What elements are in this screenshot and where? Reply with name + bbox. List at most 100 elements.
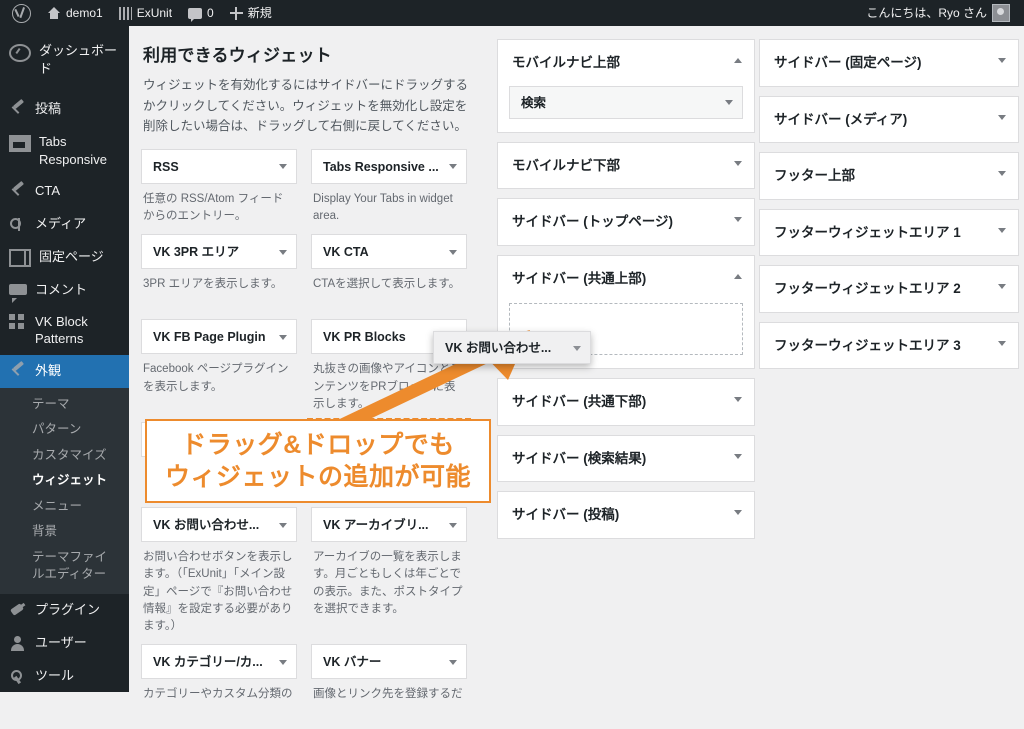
dashboard-icon [9,44,31,62]
sidebar-item-label: CTA [35,183,61,199]
widget-area-sidebar-fixed-page[interactable]: サイドバー (固定ページ) [759,39,1019,87]
sidebar-item-label: VK Block Patterns [35,313,88,347]
chevron-down-icon [279,249,287,255]
sidebar-item-appearance[interactable]: 外観 [0,354,129,388]
widget-area-title: サイドバー (メディア) [774,111,908,127]
widget-area-mobile-nav-top[interactable]: モバイルナビ上部 検索 [497,39,755,133]
sidebar-item-users[interactable]: ユーザー [0,627,129,660]
admin-bar-left: demo1 ExUnit 0 新規 [0,0,280,26]
sidebar-item-label: メディア [35,216,87,232]
widget-area-sidebar-search-results[interactable]: サイドバー (検索結果) [497,434,755,483]
widget-area-footer-2[interactable]: フッターウィジェットエリア 2 [759,265,1019,313]
plus-icon [229,6,243,20]
comments-button[interactable]: 0 [180,0,222,26]
submenu-item-themes[interactable]: テーマ [0,392,129,418]
widget-area-footer-1[interactable]: フッターウィジェットエリア 1 [759,208,1019,257]
widget-description: 任意の RSS/Atom フィードからのエントリー。 [143,192,284,223]
widget-description: Display Your Tabs in widget area. [313,192,453,223]
chevron-down-icon[interactable] [998,284,1006,290]
chevron-down-icon[interactable] [998,58,1006,63]
chevron-down-icon[interactable] [734,510,742,516]
wordpress-logo-icon [12,3,31,23]
chevron-down-icon[interactable] [734,217,742,223]
pin-icon [9,363,27,381]
chevron-down-icon[interactable] [734,160,742,166]
dragged-widget-vk-contact[interactable]: VK お問い合わせ... [433,331,591,364]
sidebar-item-dashboard[interactable]: ダッシュボード [0,35,129,84]
grid-icon [9,313,27,329]
comment-icon [9,284,27,304]
submenu-item-theme-file-editor[interactable]: テーマファイルエディター [0,545,129,588]
widget-title: VK アーカイブリ... [323,518,429,533]
widget-vk-contact[interactable]: VK お問い合わせ... [141,507,297,543]
widget-area-sidebar-common-bottom[interactable]: サイドバー (共通下部) [497,378,755,426]
exunit-menu-button[interactable]: ExUnit [111,0,180,26]
widget-vk-archive-list[interactable]: VK アーカイブリ... [311,507,467,543]
widget-area-footer-top[interactable]: フッター上部 [759,152,1019,200]
widget-vk-banner[interactable]: VK バナー [311,644,467,680]
submenu-item-background[interactable]: 背景 [0,519,129,545]
submenu-item-patterns[interactable]: パターン [0,417,129,443]
widget-vk-3pr-area[interactable]: VK 3PR エリア [141,234,297,270]
widget-description: アーカイブの一覧を表示します。月ごともしくは年ごとでの表示。また、ポストタイプを… [313,551,463,615]
widget-rss[interactable]: RSS [141,148,297,184]
sidebar-item-label: 外観 [35,362,62,378]
callout-line-2: ウィジェットの追加が可能 [164,463,471,491]
widget-area-title: フッターウィジェットエリア 1 [774,224,961,240]
chevron-up-icon[interactable] [734,273,742,279]
widget-cell: VK 3PR エリア 3PR エリアを表示します。 [141,234,297,319]
widget-title: 検索 [521,95,547,110]
widget-area-sidebar-top-page[interactable]: サイドバー (トップページ) [497,198,755,246]
sidebar-item-label: 固定ページ [39,249,104,265]
sidebar-item-cta[interactable]: CTA [0,175,129,208]
comment-icon [188,7,203,22]
widget-search[interactable]: 検索 [509,85,743,119]
new-content-button[interactable]: 新規 [222,0,280,26]
wrench-icon [9,668,27,686]
widget-area-sidebar-media[interactable]: サイドバー (メディア) [759,95,1019,144]
submenu-item-widgets[interactable]: ウィジェット [0,468,129,494]
wordpress-logo-button[interactable] [4,0,39,26]
sidebar-item-vk-block-patterns[interactable]: VK Block Patterns [0,306,129,355]
widget-area-sidebar-post[interactable]: サイドバー (投稿) [497,491,755,539]
chevron-down-icon[interactable] [734,397,742,403]
chevron-down-icon [449,164,457,170]
sidebar-item-media[interactable]: メディア [0,208,129,241]
widget-vk-category-list[interactable]: VK カテゴリー/カ... [141,644,297,680]
widget-vk-fb-page-plugin[interactable]: VK FB Page Plugin [141,319,297,355]
menu-spacer [0,84,129,93]
new-content-label: 新規 [247,6,272,20]
sidebar-item-tools[interactable]: ツール [0,660,129,692]
widget-vk-cta[interactable]: VK CTA [311,234,467,270]
home-icon [47,6,61,20]
user-icon [9,635,27,653]
sidebar-item-label: Tabs Responsive [39,134,107,167]
submenu-item-menus[interactable]: メニュー [0,494,129,520]
chevron-down-icon[interactable] [998,227,1006,233]
chevron-down-icon[interactable] [998,171,1006,177]
chevron-down-icon [449,522,457,528]
sidebar-item-plugins[interactable]: プラグイン [0,594,129,627]
site-name-button[interactable]: demo1 [39,0,111,26]
sidebar-item-pages[interactable]: 固定ページ [0,241,129,274]
widget-description: 3PR エリアを表示します。 [143,278,283,291]
widget-area-footer-3[interactable]: フッターウィジェットエリア 3 [759,321,1019,370]
submenu-item-customize[interactable]: カスタマイズ [0,443,129,469]
widget-title: VK お問い合わせ... [153,518,260,533]
chevron-down-icon[interactable] [998,340,1006,346]
my-account-button[interactable]: こんにちは、Ryo さん [858,0,1018,26]
page-title: 利用できるウィジェット [143,46,332,65]
widget-area-title: フッターウィジェットエリア 2 [774,281,961,297]
sidebar-item-label: プラグイン [35,601,101,617]
pin-icon [9,101,27,119]
sidebar-item-comments[interactable]: コメント [0,274,129,306]
chevron-down-icon[interactable] [734,453,742,459]
chevron-up-icon[interactable] [734,58,742,63]
widget-tabs-responsive[interactable]: Tabs Responsive ... [311,148,467,184]
widget-area-mobile-nav-bottom[interactable]: モバイルナビ下部 [497,141,755,190]
media-icon [9,216,27,234]
sidebar-item-posts[interactable]: 投稿 [0,93,129,126]
widget-title: RSS [153,159,179,174]
chevron-down-icon[interactable] [998,114,1006,120]
sidebar-item-tabs-responsive[interactable]: Tabs Responsive [0,126,129,175]
